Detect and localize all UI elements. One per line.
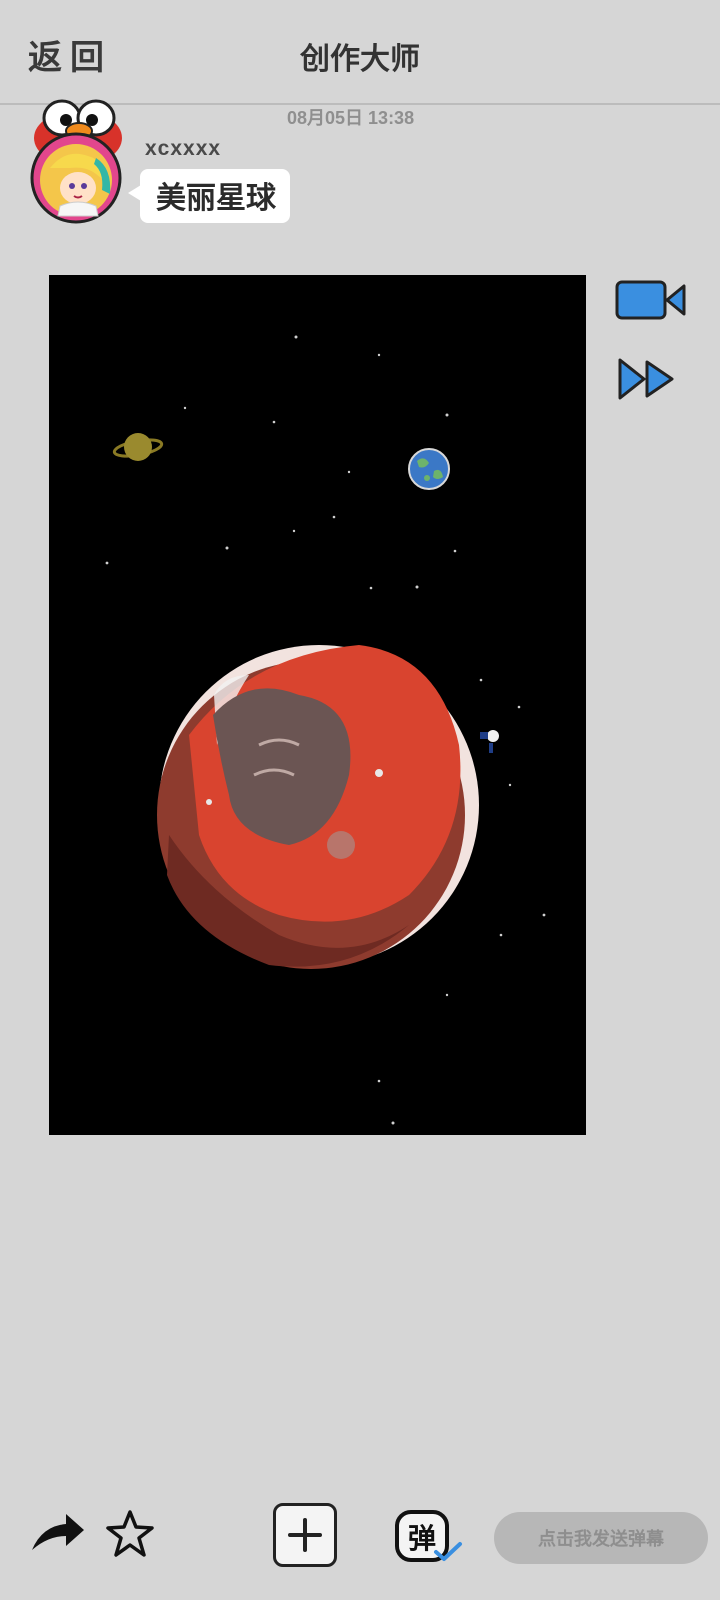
caption-bubble: 美丽星球 (128, 169, 290, 223)
avatar[interactable] (26, 98, 130, 226)
artwork-canvas[interactable] (49, 275, 586, 1135)
favorite-button[interactable] (104, 1508, 156, 1560)
fast-forward-button[interactable] (616, 356, 676, 402)
video-camera-icon (615, 280, 686, 320)
danmaku-toggle-icon: 弹 (395, 1510, 462, 1562)
fast-forward-icon (618, 358, 674, 400)
video-button[interactable] (614, 278, 688, 322)
page-title: 创作大师 (300, 43, 420, 76)
danmaku-toggle-button[interactable]: 弹 (394, 1508, 466, 1564)
post-timestamp: 08月05日 13:38 (287, 108, 415, 128)
share-arrow-icon (32, 1514, 84, 1550)
earth-planet (408, 448, 450, 490)
username: xcxxxx (145, 137, 222, 160)
avatar-image (30, 99, 122, 224)
danmaku-placeholder: 点击我发送弹幕 (538, 1529, 664, 1549)
plus-icon (288, 1518, 322, 1552)
share-button[interactable] (28, 1510, 86, 1558)
danmaku-input[interactable]: 点击我发送弹幕 (494, 1512, 708, 1564)
add-button[interactable] (273, 1503, 337, 1567)
planet-artwork-image (49, 275, 586, 1135)
caption-text: 美丽星球 (156, 182, 276, 215)
star-icon (106, 1510, 154, 1557)
danmaku-toggle-label: 弹 (408, 1522, 436, 1555)
